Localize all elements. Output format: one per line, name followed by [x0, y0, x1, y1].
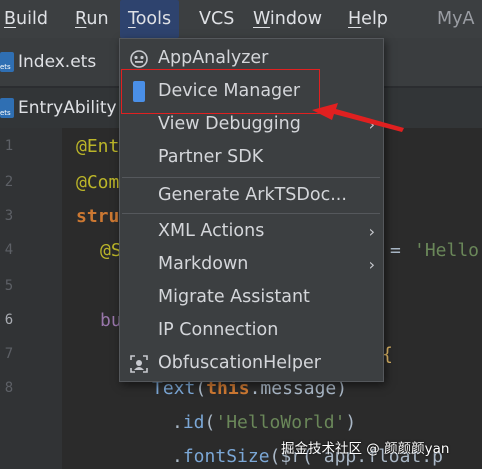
- menu-item-partner-sdk[interactable]: Partner SDK: [120, 141, 383, 174]
- line-number: 1: [4, 138, 14, 154]
- code-line: stru: [76, 206, 120, 227]
- menu-build[interactable]: Build: [4, 0, 48, 38]
- code-token: =: [390, 240, 412, 261]
- menu-item-generate-arktsdoc[interactable]: Generate ArkTSDoc...: [120, 179, 383, 212]
- ets-file-icon: [0, 98, 14, 118]
- line-number: 2: [4, 174, 14, 190]
- line-number: 6: [4, 312, 14, 328]
- menu-tools[interactable]: Tools: [120, 0, 180, 38]
- menu-item-obfuscation-helper[interactable]: ObfuscationHelper: [120, 347, 383, 380]
- highlight-box: [121, 69, 320, 114]
- menu-vcs[interactable]: VCS: [199, 0, 234, 38]
- menu-help[interactable]: Help: [348, 0, 388, 38]
- menu-item-ip-connection[interactable]: IP Connection: [120, 314, 383, 347]
- menu-window[interactable]: Window: [253, 0, 322, 38]
- menu-separator: [122, 177, 380, 178]
- code-line: .id('HelloWorld'): [172, 412, 357, 433]
- line-number: 8: [4, 380, 14, 396]
- submenu-arrow-icon: ›: [368, 255, 375, 274]
- menu-bar: Build Run Tools VCS Window Help MyA: [0, 0, 482, 38]
- line-number: 4: [4, 242, 14, 258]
- line-number: 3: [4, 208, 14, 224]
- line-number: 5: [4, 278, 14, 294]
- app-analyzer-icon: [130, 50, 148, 68]
- code-line: @Com: [76, 172, 120, 193]
- menu-separator: [122, 213, 380, 214]
- menu-item-migrate-assistant[interactable]: Migrate Assistant: [120, 281, 383, 314]
- menu-item-xml-actions[interactable]: XML Actions ›: [120, 215, 383, 248]
- project-title: MyA: [437, 9, 475, 29]
- menu-run[interactable]: Run: [75, 0, 109, 38]
- red-arrow-icon: [312, 103, 404, 132]
- code-line: @Ent: [76, 136, 120, 157]
- line-gutter: 1 2 3 4 5 6 7 8: [0, 128, 62, 469]
- obfuscation-icon: [130, 355, 148, 373]
- menu-item-markdown[interactable]: Markdown ›: [120, 248, 383, 281]
- line-number: 7: [4, 346, 14, 362]
- tab-index-ets[interactable]: Index.ets: [0, 38, 96, 86]
- ets-file-icon: [0, 52, 14, 72]
- tab-entry-ability[interactable]: EntryAbility: [0, 88, 117, 128]
- watermark: 掘金技术社区 @ 颜颜颜yan: [281, 441, 450, 457]
- code-string: 'Hello: [414, 240, 480, 261]
- submenu-arrow-icon: ›: [368, 222, 375, 241]
